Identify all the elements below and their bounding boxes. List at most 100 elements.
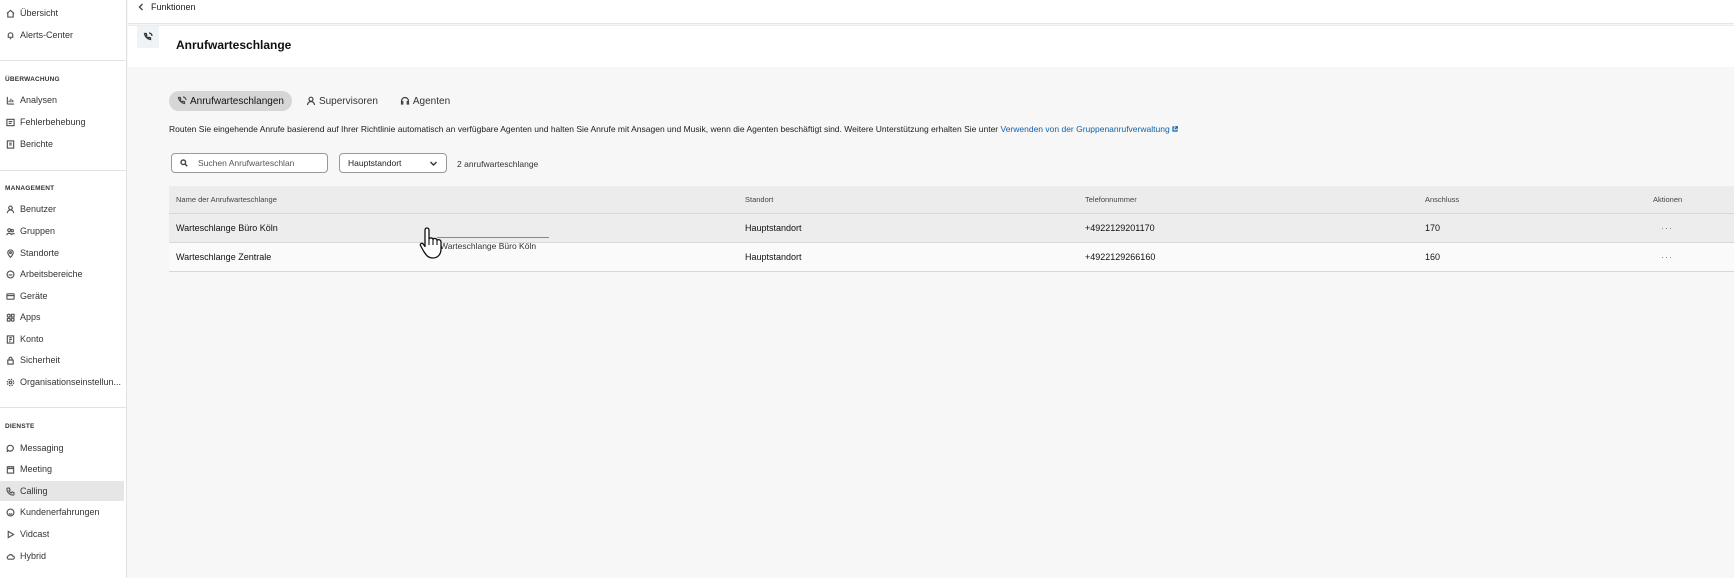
calendar-icon [5, 464, 15, 474]
sidebar-divider [0, 407, 127, 408]
app-root: Übersicht Alerts-Center ÜBERWACHUNG Anal… [0, 0, 1734, 578]
user-icon [5, 204, 15, 214]
sidebar-item-berichte[interactable]: Berichte [0, 134, 124, 154]
sidebar-item-meeting[interactable]: Meeting [0, 459, 124, 479]
tab-label: Agenten [412, 95, 451, 107]
location-select[interactable]: Hauptstandort [339, 153, 447, 173]
sidebar-section-title: DIENSTE [5, 423, 35, 430]
cloud-icon [5, 551, 15, 561]
report-icon [5, 139, 15, 149]
queue-name[interactable]: Warteschlange Büro Köln [176, 214, 278, 242]
sidebar-item-label: Meeting [20, 464, 53, 474]
table-row[interactable]: Warteschlange Zentrale Hauptstandort +49… [169, 243, 1734, 272]
page-header: Anrufwarteschlange [128, 25, 1734, 67]
supervisor-icon [306, 96, 316, 106]
top-bar: Funktionen [128, 0, 1734, 24]
device-icon [5, 291, 15, 301]
security-icon [5, 355, 15, 365]
row-actions-button[interactable]: ··· [1661, 243, 1673, 271]
sidebar-item-label: Arbeitsbereiche [20, 269, 83, 279]
message-icon [5, 443, 15, 453]
customer-icon [5, 507, 15, 517]
sidebar-item-arbeitsbereiche[interactable]: Arbeitsbereiche [0, 264, 124, 284]
search-icon [180, 159, 188, 167]
settings-icon [5, 377, 15, 387]
queue-name[interactable]: Warteschlange Zentrale [176, 243, 271, 271]
result-count: 2 anrufwarteschlange [457, 159, 539, 169]
column-header-extension[interactable]: Anschluss [1425, 186, 1459, 213]
sidebar-item-gruppen[interactable]: Gruppen [0, 221, 124, 241]
sidebar-item-label: Standorte [20, 248, 60, 258]
location-icon [5, 248, 15, 258]
sidebar-item-label: Analysen [20, 95, 58, 105]
sidebar-item-fehlerbehebung[interactable]: Fehlerbehebung [0, 112, 124, 132]
sidebar-item-label: Fehlerbehebung [20, 117, 86, 127]
sidebar-item-label: Kundenerfahrungen [20, 507, 100, 517]
chevron-down-icon [430, 161, 437, 166]
sidebar-item-standorte[interactable]: Standorte [0, 243, 124, 263]
sidebar-item-alerts-center[interactable]: Alerts-Center [0, 25, 124, 45]
sidebar-item-vidcast[interactable]: Vidcast [0, 524, 124, 544]
account-icon [5, 334, 15, 344]
tab-label: Supervisoren [318, 95, 378, 107]
sidebar-item-organisationseinstellungen[interactable]: Organisationseinstellun... [0, 372, 124, 392]
queue-extension: 160 [1425, 252, 1441, 262]
group-icon [5, 226, 15, 236]
sidebar-item-hybrid[interactable]: Hybrid [0, 546, 124, 566]
sidebar-item-geraete[interactable]: Geräte [0, 286, 124, 306]
sidebar-item-label: Vidcast [20, 529, 50, 539]
workspace-icon [5, 269, 15, 279]
column-header-name[interactable]: Name der Anrufwarteschlange [176, 186, 277, 213]
queue-phone: +4922129201170 [1085, 223, 1155, 233]
tab-anrufwarteschlangen[interactable]: Anrufwarteschlangen [169, 91, 292, 111]
sidebar-divider [0, 60, 127, 61]
tab-label: Anrufwarteschlangen [190, 95, 284, 107]
tab-supervisoren[interactable]: Supervisoren [298, 91, 386, 111]
queue-location: Hauptstandort [745, 252, 802, 262]
sidebar-item-label: Übersicht [20, 8, 59, 18]
sidebar-item-analysen[interactable]: Analysen [0, 90, 124, 110]
column-header-actions: Aktionen [1653, 195, 1683, 204]
sidebar-item-label: Benutzer [20, 204, 57, 214]
help-link[interactable]: Verwenden von der Gruppenanrufverwaltung [1001, 124, 1178, 134]
call-queue-icon [177, 96, 187, 105]
sidebar-section-title: ÜBERWACHUNG [5, 76, 60, 83]
sidebar-item-sicherheit[interactable]: Sicherheit [0, 350, 124, 370]
sidebar-item-konto[interactable]: Konto [0, 329, 124, 349]
sidebar-divider [0, 170, 127, 171]
call-queue-icon [137, 26, 159, 48]
sidebar-item-label: Hybrid [20, 551, 47, 561]
search-input[interactable] [198, 158, 323, 168]
sidebar: Übersicht Alerts-Center ÜBERWACHUNG Anal… [0, 0, 127, 578]
sidebar-section-title: MANAGEMENT [5, 185, 55, 192]
row-actions-button[interactable]: ··· [1661, 214, 1673, 242]
sidebar-item-benutzer[interactable]: Benutzer [0, 199, 124, 219]
sidebar-item-uebersicht[interactable]: Übersicht [0, 3, 124, 23]
play-icon [5, 529, 15, 539]
phone-icon [5, 486, 15, 496]
table-row[interactable]: Warteschlange Büro Köln Hauptstandort +4… [169, 214, 1734, 243]
search-field [171, 153, 328, 173]
sidebar-item-apps[interactable]: Apps [0, 307, 124, 327]
column-header-phone[interactable]: Telefonnummer [1085, 186, 1137, 213]
sidebar-item-label: Organisationseinstellun... [20, 377, 122, 387]
location-select-value: Hauptstandort [348, 158, 402, 168]
troubleshoot-icon [5, 117, 15, 127]
help-link-label: Verwenden von der Gruppenanrufverwaltung [1000, 124, 1170, 134]
sidebar-item-label: Calling [20, 486, 48, 496]
sidebar-item-label: Berichte [20, 139, 54, 149]
sidebar-item-kundenerfahrungen[interactable]: Kundenerfahrungen [0, 502, 124, 522]
tab-agenten[interactable]: Agenten [392, 91, 458, 111]
column-header-location[interactable]: Standort [745, 186, 773, 213]
breadcrumb[interactable]: Funktionen [137, 0, 196, 14]
sidebar-item-label: Konto [20, 334, 44, 344]
bell-icon [5, 30, 15, 40]
sidebar-item-messaging[interactable]: Messaging [0, 438, 124, 458]
sidebar-item-calling[interactable]: Calling [0, 481, 124, 501]
page-title: Anrufwarteschlange [176, 38, 292, 52]
headset-icon [400, 96, 409, 105]
queue-phone: +4922129266160 [1085, 252, 1156, 262]
queue-location: Hauptstandort [745, 223, 802, 233]
sidebar-item-label: Alerts-Center [20, 30, 74, 40]
external-link-icon [1172, 126, 1178, 132]
